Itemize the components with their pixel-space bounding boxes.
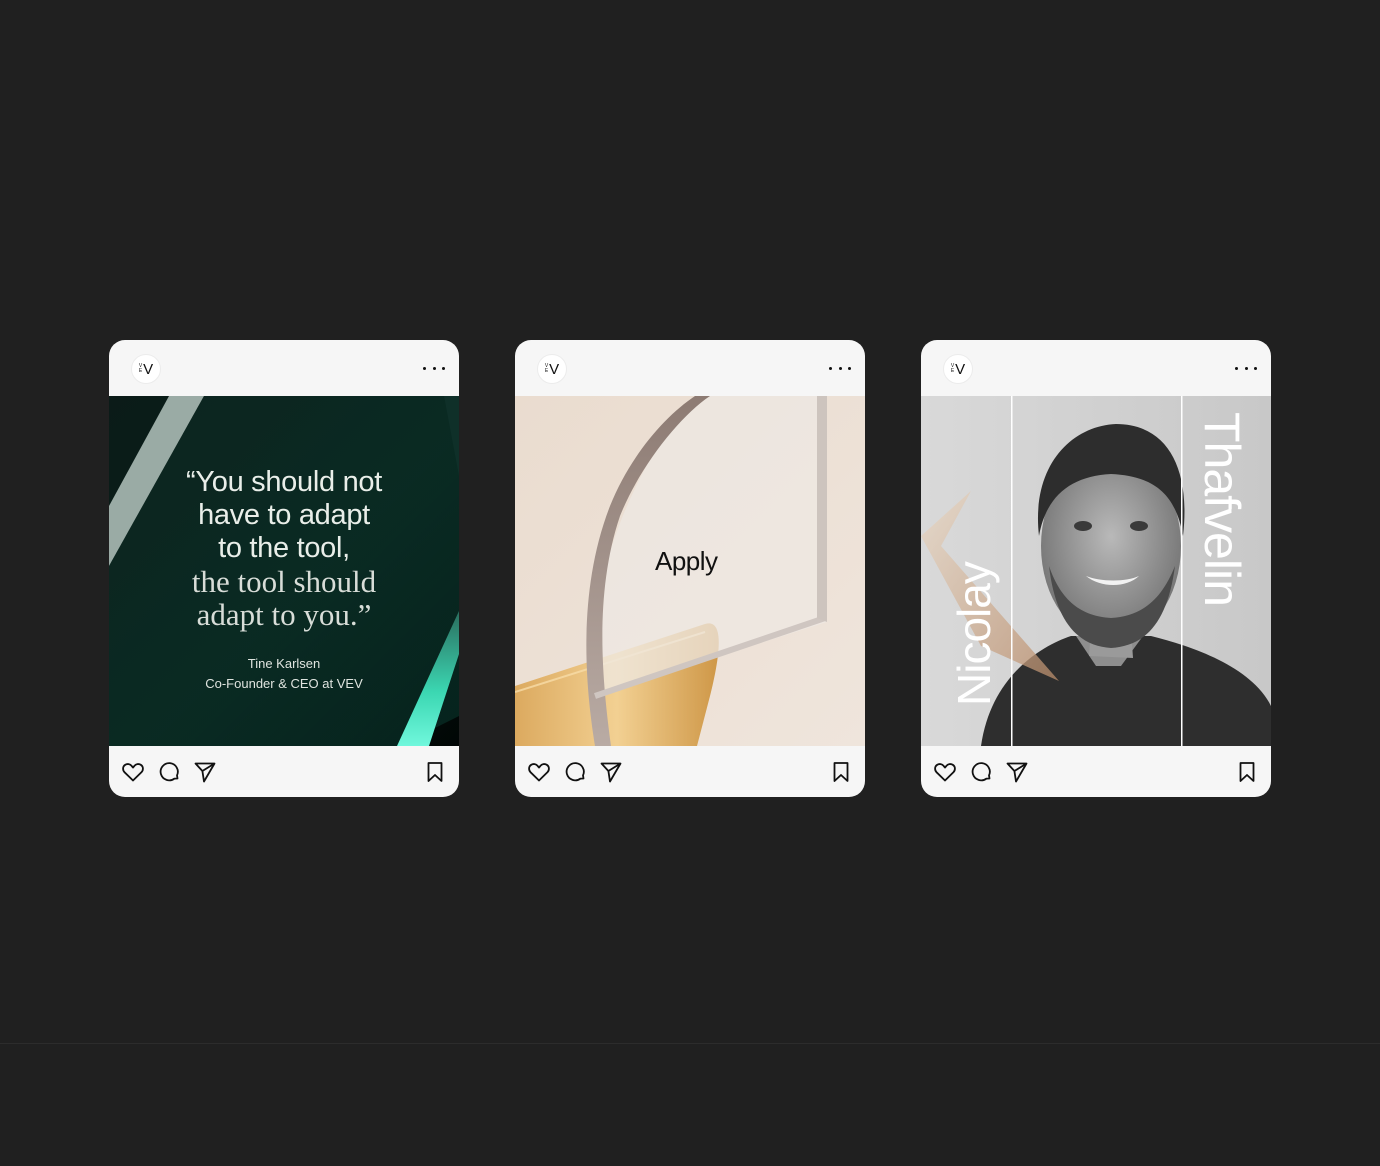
bookmark-icon[interactable] — [828, 759, 854, 785]
post-header: V E V — [109, 340, 459, 396]
comment-icon[interactable] — [156, 759, 182, 785]
quote-text: “You should not have to adapt to the too… — [109, 466, 459, 631]
account-avatar[interactable]: V E V — [537, 354, 567, 384]
account-avatar[interactable]: V E V — [131, 354, 161, 384]
quote-line: to the tool, — [218, 532, 350, 564]
send-icon[interactable] — [192, 759, 218, 785]
quote-attribution: Tine Karlsen Co-Founder & CEO at VEV — [109, 654, 459, 694]
post-image: Apply — [515, 396, 865, 746]
account-avatar[interactable]: V E V — [943, 354, 973, 384]
last-name-vertical: Thafvelin — [1194, 412, 1250, 606]
logo-letter: E — [544, 368, 549, 374]
logo-letter: E — [950, 368, 955, 374]
more-dots-icon[interactable] — [829, 358, 851, 378]
quote-line: have to adapt — [198, 499, 370, 531]
first-name-vertical: Nicolay — [948, 562, 1000, 706]
post-actions — [109, 746, 459, 797]
logo-mark-small: V E — [951, 364, 954, 374]
quote-line-serif: adapt to you.” — [196, 597, 372, 632]
more-dots-icon[interactable] — [1235, 358, 1257, 378]
post-image: “You should not have to adapt to the too… — [109, 396, 459, 746]
post-card-portrait: V E V Nicolay Thafvelin — [921, 340, 1271, 797]
heart-icon[interactable] — [932, 759, 958, 785]
post-actions — [921, 746, 1271, 797]
heart-icon[interactable] — [120, 759, 146, 785]
logo-letter: E — [138, 368, 143, 374]
post-card-apply: V E V Apply — [515, 340, 865, 797]
bookmark-icon[interactable] — [1234, 759, 1260, 785]
heart-icon[interactable] — [526, 759, 552, 785]
logo-mark-big: V — [143, 360, 154, 378]
post-image: Nicolay Thafvelin — [921, 396, 1271, 746]
send-icon[interactable] — [598, 759, 624, 785]
logo-mark-big: V — [955, 360, 966, 378]
send-icon[interactable] — [1004, 759, 1030, 785]
post-header: V E V — [515, 340, 865, 396]
author-name: Tine Karlsen — [247, 656, 321, 671]
author-role: Co-Founder & CEO at VEV — [205, 676, 363, 691]
apply-headline: Apply — [655, 546, 718, 576]
logo-mark-big: V — [549, 360, 560, 378]
logo-mark-small: V E — [139, 364, 142, 374]
comment-icon[interactable] — [968, 759, 994, 785]
quote-line: “You should not — [186, 466, 382, 498]
more-dots-icon[interactable] — [423, 358, 445, 378]
post-header: V E V — [921, 340, 1271, 396]
quote-line-serif: the tool should — [191, 564, 377, 599]
section-divider — [0, 1043, 1380, 1044]
logo-mark-small: V E — [545, 364, 548, 374]
bookmark-icon[interactable] — [422, 759, 448, 785]
post-card-quote: V E V “You should not have to adapt to t… — [109, 340, 459, 797]
comment-icon[interactable] — [562, 759, 588, 785]
post-actions — [515, 746, 865, 797]
